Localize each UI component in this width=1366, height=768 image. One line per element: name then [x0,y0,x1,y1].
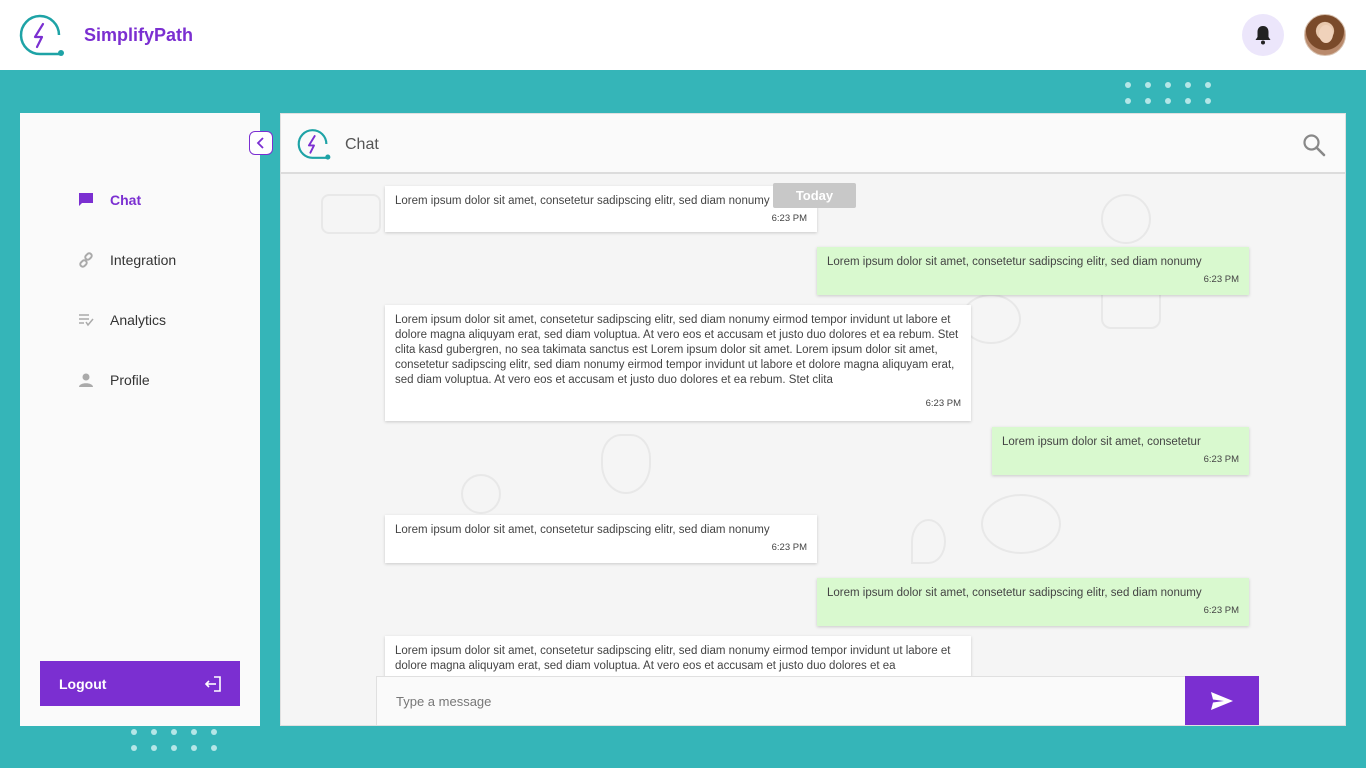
avatar[interactable] [1304,14,1346,56]
message-incoming: Lorem ipsum dolor sit amet, consetetur s… [385,305,971,421]
background-doodle [1101,194,1151,244]
decorative-dots-top [1125,82,1211,104]
message-incoming: Lorem ipsum dolor sit amet, consetetur s… [385,186,817,232]
message-time: 6:23 PM [925,398,961,409]
send-button[interactable] [1185,676,1259,725]
background-doodle [911,519,946,564]
background-doodle [601,434,651,494]
chevron-left-icon [256,137,264,149]
message-text: Lorem ipsum dolor sit amet, consetetur s… [395,524,770,536]
background-doodle [461,474,501,514]
sidebar-item-analytics[interactable]: Analytics [76,310,166,330]
message-time: 6:23 PM [771,542,807,553]
send-icon [1211,692,1233,710]
sidebar-item-label: Profile [110,372,150,388]
message-text: Lorem ipsum dolor sit amet, consetetur s… [827,256,1202,268]
message-text: Lorem ipsum dolor sit amet, consetetur s… [395,645,951,672]
decorative-dots-bottom [131,729,217,751]
date-separator: Today [773,183,856,208]
person-icon [76,370,96,390]
chat-panel: Chat Today Lorem ipsum dolor sit amet, c… [280,113,1346,726]
sidebar: Chat Integration Analytics Profile Logou… [20,113,260,726]
background-doodle [321,194,381,234]
message-text: Lorem ipsum dolor sit amet, consetetur s… [395,195,770,207]
avatar-face [1319,25,1333,43]
chat-title: Chat [345,136,379,153]
link-icon [76,250,96,270]
sidebar-item-label: Chat [110,192,142,208]
message-text: Lorem ipsum dolor sit amet, consetetur s… [395,314,959,386]
message-incoming: Lorem ipsum dolor sit amet, consetetur s… [385,515,817,563]
brand[interactable]: SimplifyPath [19,13,193,57]
sidebar-item-label: Integration [110,252,177,268]
top-bar: SimplifyPath [0,0,1366,70]
chat-logo-icon [297,129,331,160]
message-input[interactable] [377,677,1185,725]
logout-icon [204,675,221,692]
background-doodle [981,494,1061,554]
message-composer [376,676,1259,725]
message-time: 6:23 PM [1203,274,1239,285]
chat-header: Chat [281,114,1345,174]
collapse-sidebar-button[interactable] [249,131,273,155]
brand-name: SimplifyPath [84,24,194,45]
message-time: 6:23 PM [771,213,807,224]
sidebar-item-chat[interactable]: Chat [76,190,141,210]
message-list[interactable]: Today Lorem ipsum dolor sit amet, conset… [281,174,1345,676]
logout-label: Logout [59,675,107,692]
message-outgoing: Lorem ipsum dolor sit amet, consetetur s… [817,578,1249,626]
message-outgoing: Lorem ipsum dolor sit amet, consetetur 6… [992,427,1249,475]
message-time: 6:23 PM [1203,454,1239,465]
message-incoming: Lorem ipsum dolor sit amet, consetetur s… [385,636,971,676]
message-text: Lorem ipsum dolor sit amet, consetetur s… [827,587,1202,599]
sidebar-item-integration[interactable]: Integration [76,250,176,270]
notifications-button[interactable] [1242,14,1284,56]
logout-button[interactable]: Logout [40,661,240,706]
message-outgoing: Lorem ipsum dolor sit amet, consetetur s… [817,247,1249,295]
bell-icon [1255,26,1271,45]
chat-icon [76,190,96,210]
message-time: 6:23 PM [1203,605,1239,616]
sidebar-item-label: Analytics [110,312,167,328]
sidebar-item-profile[interactable]: Profile [76,370,150,390]
list-check-icon [76,310,96,330]
brand-logo-icon [19,14,64,56]
search-icon[interactable] [1302,133,1326,157]
message-text: Lorem ipsum dolor sit amet, consetetur [1002,436,1201,448]
